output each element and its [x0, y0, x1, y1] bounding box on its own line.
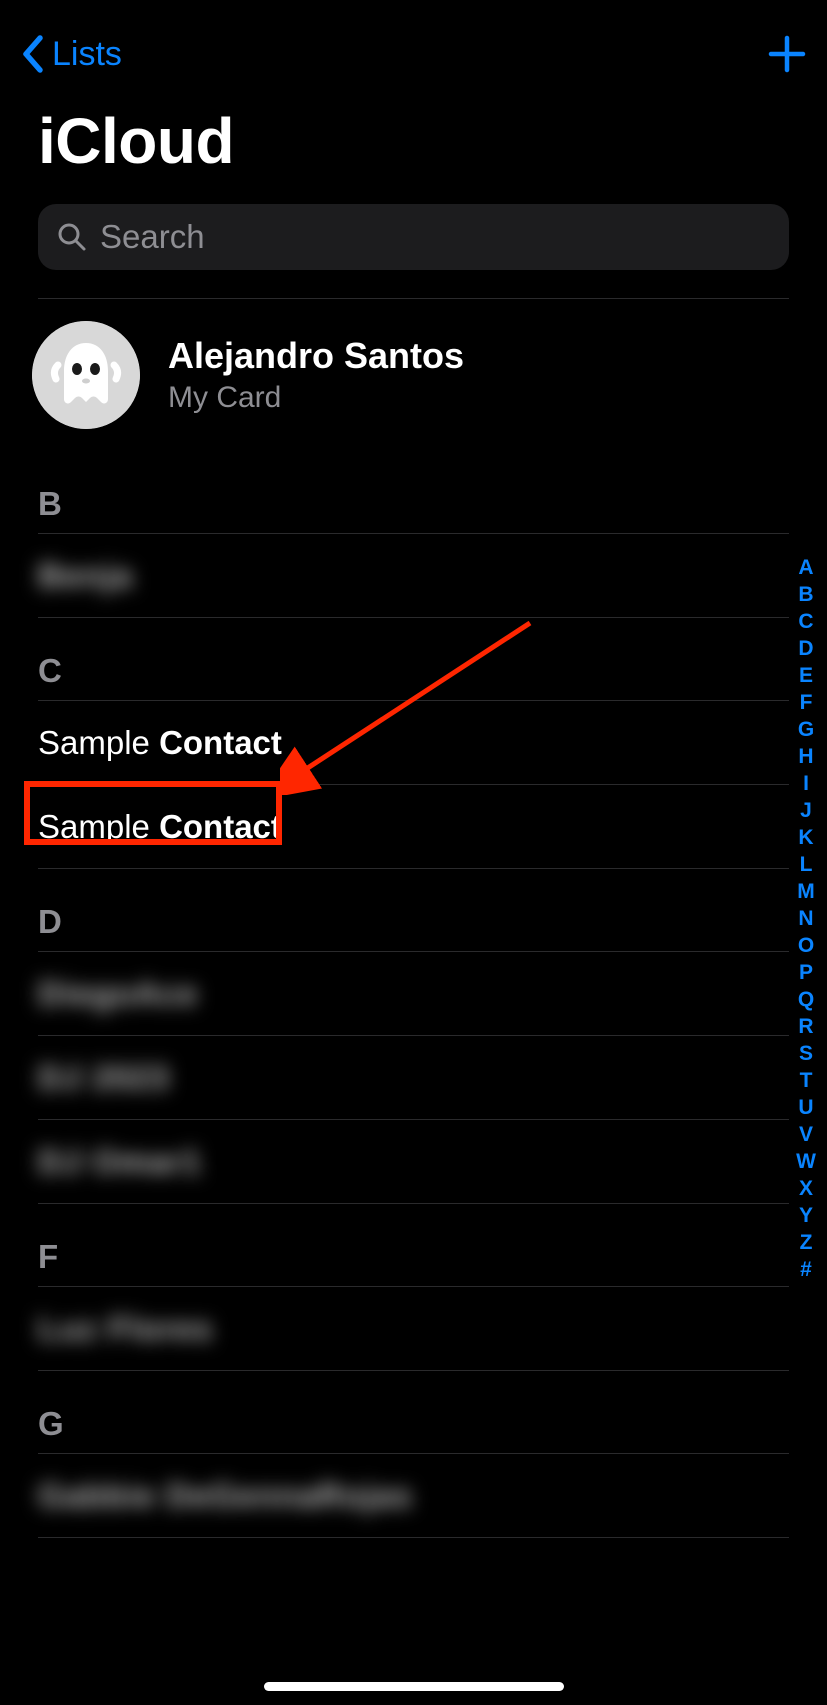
- index-letter[interactable]: I: [793, 771, 819, 797]
- contact-name: Sample Contact: [38, 724, 282, 762]
- index-letter[interactable]: #: [793, 1257, 819, 1283]
- divider: [38, 1537, 789, 1538]
- index-letter[interactable]: X: [793, 1176, 819, 1202]
- index-letter[interactable]: Z: [793, 1230, 819, 1256]
- index-letter[interactable]: D: [793, 636, 819, 662]
- contact-name: DiegoAce: [38, 975, 198, 1013]
- contact-name: Gabbie DeGennaRojas: [38, 1477, 413, 1515]
- section-header-letter: B: [0, 485, 789, 533]
- contact-row[interactable]: Gabbie DeGennaRojas: [0, 1454, 789, 1538]
- divider: [38, 1203, 789, 1204]
- index-letter[interactable]: B: [793, 582, 819, 608]
- index-letter[interactable]: F: [793, 690, 819, 716]
- search-input[interactable]: [100, 218, 771, 256]
- contact-row[interactable]: Sample Contact: [0, 701, 789, 785]
- index-letter[interactable]: M: [793, 879, 819, 905]
- index-letter[interactable]: Q: [793, 987, 819, 1013]
- add-contact-button[interactable]: [767, 34, 807, 74]
- index-letter[interactable]: L: [793, 852, 819, 878]
- contact-row[interactable]: DJ Omar1: [0, 1120, 789, 1204]
- index-letter[interactable]: U: [793, 1095, 819, 1121]
- contacts-section: D DiegoAce DJ 2023 DJ Omar1: [0, 869, 789, 1204]
- contacts-section: F Luz Flores: [0, 1204, 789, 1371]
- section-header-letter: F: [0, 1238, 789, 1286]
- section-header-letter: D: [0, 903, 789, 951]
- my-card-row[interactable]: Alejandro Santos My Card: [0, 299, 827, 451]
- avatar: [32, 321, 140, 429]
- index-letter[interactable]: P: [793, 960, 819, 986]
- contact-row[interactable]: DiegoAce: [0, 952, 789, 1036]
- index-letter[interactable]: A: [793, 555, 819, 581]
- my-card-text: Alejandro Santos My Card: [168, 335, 464, 415]
- my-card-subtitle: My Card: [168, 381, 464, 415]
- contacts-section: C Sample Contact Sample Contact: [0, 618, 789, 869]
- back-label: Lists: [52, 35, 122, 74]
- my-card-name: Alejandro Santos: [168, 335, 464, 377]
- contact-name: Luz Flores: [38, 1310, 213, 1348]
- divider: [38, 1370, 789, 1371]
- back-button[interactable]: Lists: [20, 34, 122, 74]
- nav-bar: Lists: [0, 0, 827, 80]
- search-icon: [56, 221, 88, 253]
- section-header-letter: G: [0, 1405, 789, 1453]
- divider: [38, 868, 789, 869]
- section-header-letter: C: [0, 652, 789, 700]
- index-letter[interactable]: G: [793, 717, 819, 743]
- contact-name: DJ 2023: [38, 1059, 170, 1097]
- page-title: iCloud: [0, 80, 827, 190]
- index-letter[interactable]: J: [793, 798, 819, 824]
- plus-icon: [767, 34, 807, 74]
- index-letter[interactable]: T: [793, 1068, 819, 1094]
- index-letter[interactable]: V: [793, 1122, 819, 1148]
- search-container: [0, 190, 827, 270]
- alpha-index[interactable]: ABCDEFGHIJKLMNOPQRSTUVWXYZ#: [793, 555, 819, 1283]
- index-letter[interactable]: S: [793, 1041, 819, 1067]
- contacts-section: G Gabbie DeGennaRojas: [0, 1371, 789, 1538]
- contact-row[interactable]: Luz Flores: [0, 1287, 789, 1371]
- chevron-left-icon: [20, 34, 46, 74]
- contact-name: Benja: [38, 557, 133, 595]
- contact-row[interactable]: DJ 2023: [0, 1036, 789, 1120]
- contact-name: DJ Omar1: [38, 1143, 202, 1181]
- index-letter[interactable]: N: [793, 906, 819, 932]
- index-letter[interactable]: R: [793, 1014, 819, 1040]
- index-letter[interactable]: K: [793, 825, 819, 851]
- index-letter[interactable]: O: [793, 933, 819, 959]
- index-letter[interactable]: C: [793, 609, 819, 635]
- contacts-section: B Benja: [0, 451, 789, 618]
- divider: [38, 617, 789, 618]
- index-letter[interactable]: H: [793, 744, 819, 770]
- contact-row[interactable]: Sample Contact: [0, 785, 789, 869]
- contact-name: Sample Contact: [38, 808, 282, 846]
- ghost-memoji-icon: [32, 321, 140, 429]
- index-letter[interactable]: W: [793, 1149, 819, 1175]
- contact-row[interactable]: Benja: [0, 534, 789, 618]
- index-letter[interactable]: E: [793, 663, 819, 689]
- search-bar[interactable]: [38, 204, 789, 270]
- index-letter[interactable]: Y: [793, 1203, 819, 1229]
- contacts-list: B Benja C Sample Contact Sample Contact D Dieg…: [0, 451, 789, 1538]
- home-indicator[interactable]: [264, 1682, 564, 1691]
